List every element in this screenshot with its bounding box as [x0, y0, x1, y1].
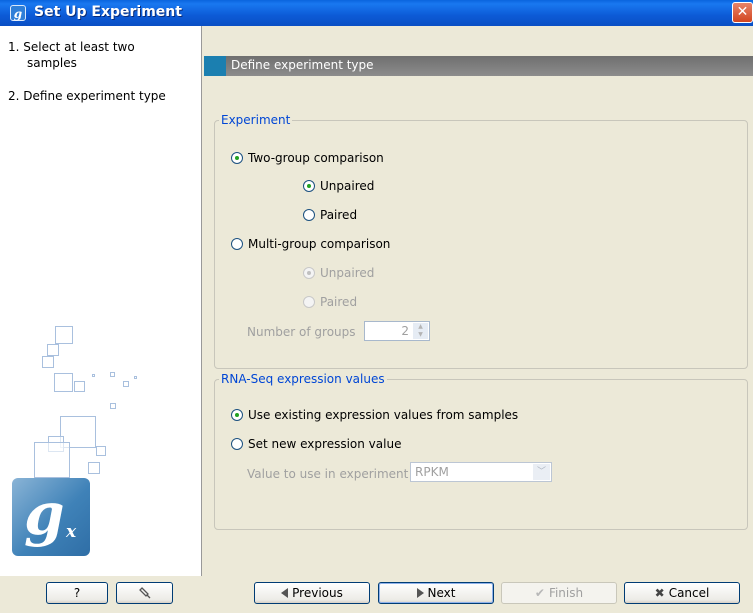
radio-button-checked[interactable] — [231, 409, 243, 421]
help-button[interactable]: ? — [46, 582, 108, 604]
two-group-paired-radio[interactable]: Paired — [303, 208, 357, 222]
use-existing-values-radio[interactable]: Use existing expression values from samp… — [231, 408, 518, 422]
help-button-label: ? — [73, 586, 81, 600]
reset-icon — [138, 587, 150, 599]
step-1-label-line1: Select at least two — [23, 40, 135, 54]
step-1: 1. Select at least two samples — [8, 39, 135, 71]
radio-button-checked[interactable] — [231, 152, 243, 164]
chevron-down-icon: ﹀ — [533, 464, 550, 480]
multi-group-paired-radio: Paired — [303, 295, 357, 309]
experiment-legend: Experiment — [221, 113, 291, 127]
set-new-value-radio[interactable]: Set new expression value — [231, 437, 401, 451]
cancel-button[interactable]: ✖ Cancel — [624, 582, 740, 604]
previous-button-label: Previous — [292, 586, 343, 600]
radio-button[interactable] — [303, 209, 315, 221]
app-icon: g — [10, 5, 26, 21]
dialog-footer: ? Previous Next ✔ Finish ✖ Cancel — [0, 576, 753, 613]
finish-button-label: Finish — [548, 586, 584, 600]
step-1-number: 1. — [8, 40, 20, 54]
cancel-button-label: Cancel — [668, 586, 710, 600]
number-of-groups-label: Number of groups — [247, 325, 356, 339]
radio-button-disabled — [303, 267, 315, 279]
previous-button[interactable]: Previous — [254, 582, 370, 604]
finish-button: ✔ Finish — [501, 582, 617, 604]
rnaseq-legend: RNA-Seq expression values — [221, 372, 385, 386]
header-mark — [204, 56, 226, 76]
number-of-groups-value: 2 — [401, 324, 409, 338]
multi-group-unpaired-label: Unpaired — [320, 266, 375, 280]
next-button-label: Next — [427, 586, 456, 600]
arrow-left-icon — [281, 588, 289, 598]
two-group-unpaired-radio[interactable]: Unpaired — [303, 179, 374, 193]
step-2-number: 2. — [8, 89, 20, 103]
radio-button-checked[interactable] — [303, 180, 315, 192]
checkmark-icon: ✔ — [534, 586, 545, 600]
multi-group-comparison-label: Multi-group comparison — [248, 237, 391, 251]
next-button[interactable]: Next — [378, 582, 494, 604]
arrow-right-icon — [416, 588, 424, 598]
two-group-paired-label: Paired — [320, 208, 358, 222]
set-new-value-label: Set new expression value — [248, 437, 402, 451]
multi-group-comparison-radio[interactable]: Multi-group comparison — [231, 237, 390, 251]
two-group-comparison-label: Two-group comparison — [248, 151, 384, 165]
section-header-title: Define experiment type — [231, 58, 374, 72]
two-group-comparison-radio[interactable]: Two-group comparison — [231, 151, 384, 165]
close-button[interactable]: ✕ — [732, 2, 753, 23]
reset-button[interactable] — [116, 582, 173, 604]
steps-pane: 1. Select at least two samples 2. Define… — [0, 26, 202, 576]
step-1-label-line2: samples — [27, 56, 77, 70]
radio-button[interactable] — [231, 238, 243, 250]
setup-experiment-window: g Set Up Experiment ✕ 1. Select at least… — [0, 0, 753, 613]
two-group-unpaired-label: Unpaired — [320, 179, 375, 193]
radio-button[interactable] — [231, 438, 243, 450]
spinner-arrows-icon: ▲ ▼ — [413, 323, 428, 339]
x-cancel-icon: ✖ — [654, 586, 665, 600]
multi-group-paired-label: Paired — [320, 295, 358, 309]
value-to-use-label: Value to use in experiment — [247, 467, 409, 481]
use-existing-values-label: Use existing expression values from samp… — [248, 408, 519, 422]
multi-group-unpaired-radio: Unpaired — [303, 266, 374, 280]
step-2: 2. Define experiment type — [8, 88, 166, 104]
value-to-use-select: RPKM ﹀ — [410, 462, 552, 482]
radio-button-disabled — [303, 296, 315, 308]
rnaseq-group: RNA-Seq expression values — [214, 372, 748, 530]
title-bar[interactable]: g Set Up Experiment ✕ — [0, 0, 753, 26]
section-header: Define experiment type — [204, 56, 753, 76]
window-title: Set Up Experiment — [34, 4, 182, 20]
step-2-label: Define experiment type — [23, 89, 166, 103]
number-of-groups-spinner: 2 ▲ ▼ — [364, 321, 430, 341]
gx-logo: g x — [12, 478, 90, 556]
value-to-use-selected: RPKM — [415, 465, 449, 479]
